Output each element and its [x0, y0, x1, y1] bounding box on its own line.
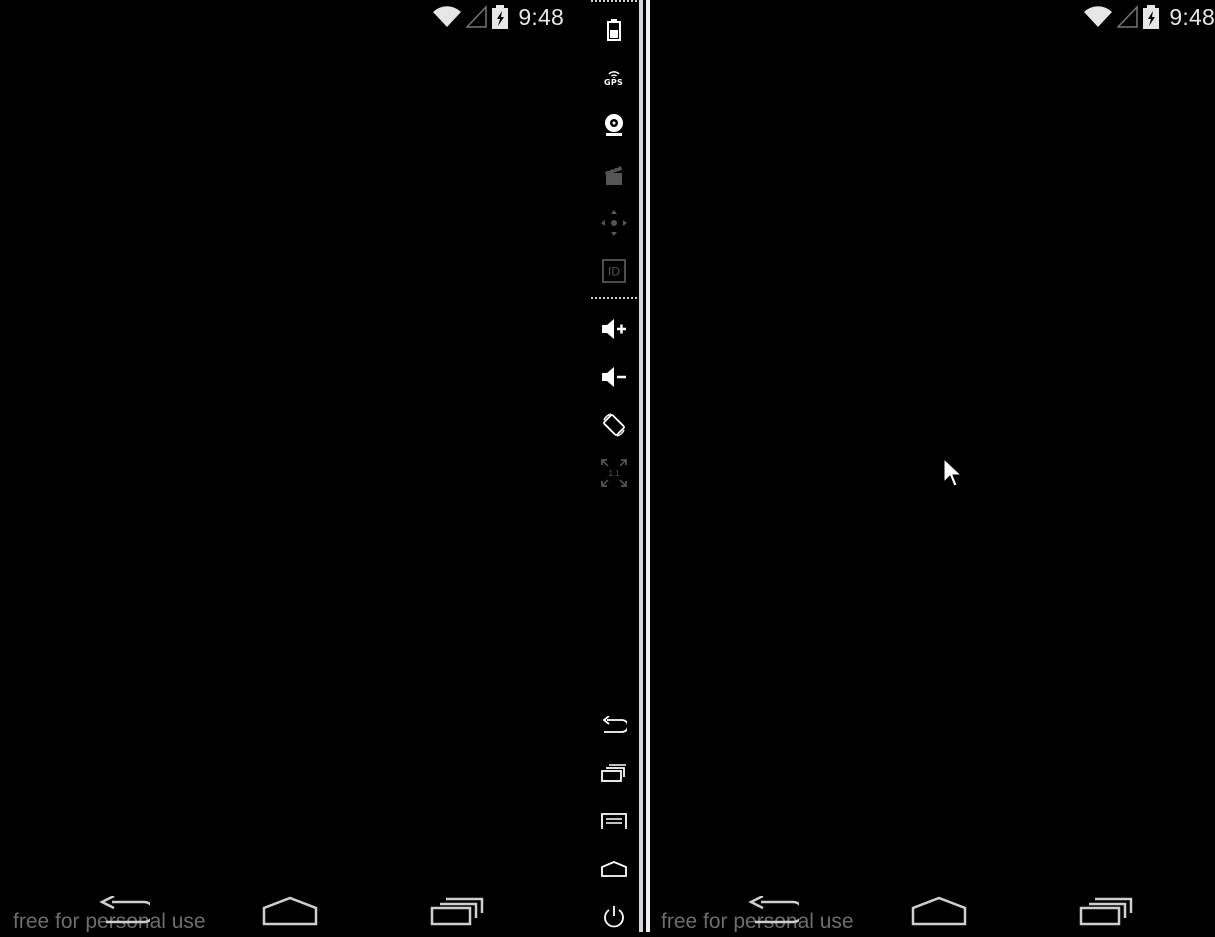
fullscreen-button[interactable]: 1:1 — [588, 453, 639, 493]
recent-apps-icon — [600, 764, 626, 782]
divider-line — [646, 0, 650, 932]
wifi-icon — [433, 6, 462, 28]
nav-home-button[interactable] — [911, 896, 967, 926]
left-device-screen[interactable]: 9:48 free for personal use — [0, 0, 588, 932]
power-icon — [603, 906, 624, 928]
recent-apps-button[interactable] — [588, 753, 639, 793]
id-label: ID — [608, 265, 620, 279]
status-bar: 9:48 — [1083, 0, 1215, 34]
navigation-bar: free for personal use — [655, 882, 1215, 932]
status-bar: 9:48 — [432, 0, 564, 34]
status-clock: 9:48 — [518, 3, 564, 30]
nav-back-button[interactable] — [747, 896, 799, 926]
toolbar-separator — [591, 0, 637, 2]
dpad-icon — [600, 210, 627, 236]
battery-icon — [606, 19, 621, 41]
divider-line — [639, 0, 643, 932]
id-icon: ID — [601, 259, 626, 283]
zoom-label: 1:1 — [608, 469, 620, 478]
power-button[interactable] — [588, 897, 639, 937]
screen-divider — [639, 0, 655, 932]
device-id-button[interactable]: ID — [588, 251, 639, 291]
home-button[interactable] — [588, 849, 639, 889]
home-icon — [600, 861, 627, 877]
volume-down-icon — [601, 367, 626, 387]
back-icon — [602, 716, 627, 733]
volume-up-icon — [601, 319, 626, 339]
cell-signal-icon — [466, 5, 488, 28]
toolbar-separator — [591, 297, 637, 299]
nav-back-button[interactable] — [98, 896, 150, 926]
volume-down-button[interactable] — [588, 357, 639, 397]
nav-recent-apps-button[interactable] — [430, 896, 484, 926]
battery-button[interactable] — [588, 10, 639, 50]
dpad-button[interactable] — [588, 203, 639, 243]
battery-charging-icon — [1143, 5, 1160, 29]
rotate-button[interactable] — [588, 405, 639, 445]
menu-button[interactable] — [588, 801, 639, 841]
wifi-icon — [1084, 6, 1113, 28]
emulator-toolbar: GPS ID 1:1 — [588, 0, 639, 932]
menu-icon — [600, 813, 627, 829]
gps-label: GPS — [603, 77, 624, 87]
right-device-screen[interactable]: 9:48 free for personal use — [655, 0, 1215, 932]
back-button[interactable] — [588, 705, 639, 745]
camera-icon — [604, 114, 623, 136]
volume-up-button[interactable] — [588, 309, 639, 349]
status-clock: 9:48 — [1169, 3, 1215, 30]
cell-signal-icon — [1117, 5, 1139, 28]
nav-home-button[interactable] — [262, 896, 318, 926]
battery-charging-icon — [492, 5, 509, 29]
fullscreen-icon: 1:1 — [600, 459, 627, 487]
gps-button[interactable]: GPS — [588, 58, 639, 98]
rotate-icon — [602, 413, 625, 437]
gps-icon — [607, 70, 620, 78]
mouse-cursor-icon — [943, 458, 963, 487]
navigation-bar: free for personal use — [0, 882, 588, 932]
video-clapper-icon — [604, 165, 622, 185]
camera-button[interactable] — [588, 105, 639, 145]
screen-record-button[interactable] — [588, 155, 639, 195]
nav-recent-apps-button[interactable] — [1079, 896, 1133, 926]
